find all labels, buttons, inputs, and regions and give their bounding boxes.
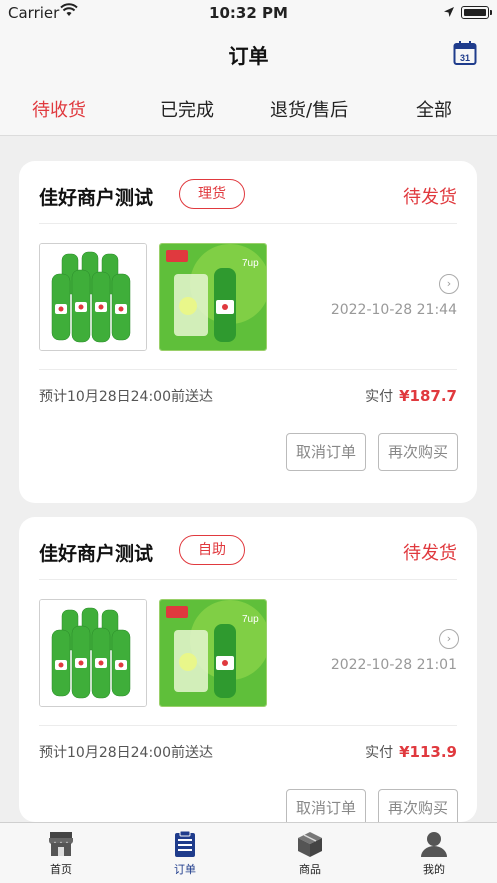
product-thumbnail[interactable]: 7up: [159, 243, 267, 351]
tab-all[interactable]: 全部: [416, 96, 452, 122]
product-thumbnail[interactable]: 7up: [159, 599, 267, 707]
order-card[interactable]: 佳好商户测试 自助 待发货 7up › 2022-10-28 21:01 预计1…: [19, 517, 477, 822]
rebuy-button[interactable]: 再次购买: [378, 789, 458, 822]
tabbar-item-me[interactable]: 我的: [404, 829, 464, 877]
order-status: 待发货: [403, 543, 457, 564]
delivery-eta: 预计10月28日24:00前送达: [39, 745, 213, 761]
product-thumbnail[interactable]: [39, 599, 147, 707]
rebuy-button[interactable]: 再次购买: [378, 433, 458, 471]
chevron-right-icon[interactable]: ›: [439, 629, 459, 649]
cancel-order-button[interactable]: 取消订单: [286, 789, 366, 822]
svg-text:7up: 7up: [242, 614, 259, 625]
paid-amount: 实付 ¥113.9: [365, 742, 457, 762]
merchant-name: 佳好商户测试: [39, 187, 154, 209]
merchant-name: 佳好商户测试: [39, 543, 154, 565]
svg-text:7up: 7up: [242, 258, 259, 269]
paid-label: 实付: [365, 745, 394, 761]
order-card[interactable]: 佳好商户测试 理货 待发货 7up › 2022-10-28 21:44 预计1…: [19, 161, 477, 503]
divider: [39, 579, 457, 580]
calendar-icon[interactable]: 31: [453, 40, 477, 66]
tab-returns[interactable]: 退货/售后: [270, 96, 348, 122]
nav-bar: 订单 31: [0, 26, 497, 80]
tabbar-item-products[interactable]: 商品: [280, 829, 340, 877]
tabbar-label-me: 我的: [423, 863, 445, 876]
tab-completed[interactable]: 已完成: [160, 96, 214, 122]
order-status: 待发货: [403, 187, 457, 208]
order-datetime: 2022-10-28 21:01: [330, 657, 457, 673]
cancel-order-button[interactable]: 取消订单: [286, 433, 366, 471]
7up-bottle-pack-image: [40, 600, 146, 706]
status-bar: Carrier 10:32 PM: [0, 0, 497, 26]
tab-pending-receipt[interactable]: 待收货: [32, 96, 86, 122]
paid-value: ¥187.7: [399, 387, 457, 405]
order-datetime: 2022-10-28 21:44: [330, 302, 457, 318]
order-tag: 自助: [179, 535, 245, 565]
location-arrow-icon: [444, 7, 454, 17]
bottom-tab-bar: 首页 订单 商品 我的: [0, 822, 497, 883]
tabbar-label-products: 商品: [299, 863, 321, 876]
paid-label: 实付: [365, 389, 394, 405]
divider: [39, 725, 457, 726]
chevron-right-icon[interactable]: ›: [439, 274, 459, 294]
order-tabs: 待收货 已完成 退货/售后 全部: [0, 80, 497, 136]
divider: [39, 369, 457, 370]
7up-bottle-glass-image: 7up: [160, 244, 266, 350]
clock: 10:32 PM: [209, 4, 288, 22]
tabbar-item-orders[interactable]: 订单: [155, 829, 215, 877]
person-icon: [421, 832, 447, 857]
paid-amount: 实付 ¥187.7: [365, 386, 457, 406]
7up-bottle-pack-image: [40, 244, 146, 350]
tabbar-item-home[interactable]: 首页: [31, 829, 91, 877]
7up-bottle-glass-image: 7up: [160, 600, 266, 706]
paid-value: ¥113.9: [399, 743, 457, 761]
page-title: 订单: [228, 44, 269, 68]
battery-icon: [461, 6, 492, 19]
calendar-day: 31: [460, 53, 470, 63]
divider: [39, 223, 457, 224]
tabbar-label-home: 首页: [50, 863, 72, 876]
clipboard-icon: [175, 830, 195, 857]
store-icon: [49, 832, 73, 856]
order-tag: 理货: [179, 179, 245, 209]
delivery-eta: 预计10月28日24:00前送达: [39, 389, 213, 405]
product-thumbnail[interactable]: [39, 243, 147, 351]
box-icon: [298, 832, 322, 857]
tabbar-label-orders: 订单: [174, 863, 196, 876]
